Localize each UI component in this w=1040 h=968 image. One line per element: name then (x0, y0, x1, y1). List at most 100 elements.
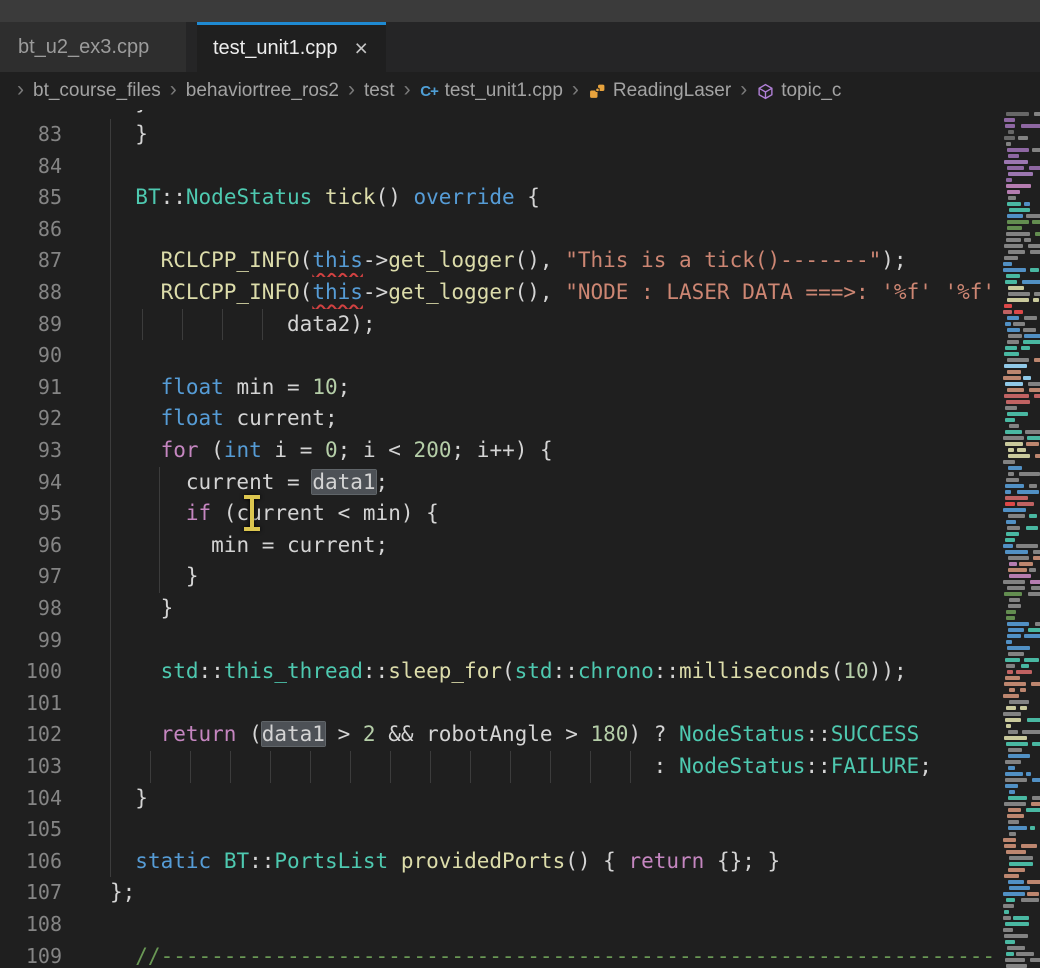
minimap-row (1004, 304, 1012, 308)
minimap-row (1004, 394, 1029, 398)
minimap-row (1031, 682, 1040, 686)
minimap-row (1007, 328, 1020, 332)
code-editor[interactable]: 82 }83 }8485 BT::NodeStatus tick() overr… (0, 0, 1040, 968)
indent-guide (350, 751, 351, 783)
minimap-row (1021, 346, 1030, 350)
minimap-row (1007, 298, 1029, 302)
minimap-row (1027, 718, 1040, 722)
code-line-102: 102 return (data1 > 2 && robotAngle > 18… (0, 719, 1002, 751)
minimap-row (1004, 118, 1015, 122)
minimap-row (1003, 712, 1020, 716)
indent-guide (222, 309, 223, 341)
minimap-row (1007, 202, 1022, 206)
minimap-row (1006, 724, 1012, 728)
chevron-right-icon: › (404, 78, 411, 102)
minimap-row (1025, 430, 1040, 434)
breadcrumb-item-ReadingLaser[interactable]: ReadingLaser (588, 80, 731, 102)
minimap-row (1005, 538, 1015, 542)
line-text: RCLCPP_INFO(this->get_logger(), "NODE : … (62, 277, 995, 309)
minimap-row (1008, 568, 1027, 572)
minimap-row (1014, 310, 1022, 314)
line-number: 85 (0, 182, 62, 214)
minimap-row (1018, 136, 1028, 140)
minimap-row (1007, 634, 1021, 638)
minimap-row (1008, 796, 1028, 800)
breadcrumb-item-test_unit1.cpp[interactable]: C+test_unit1.cpp (420, 80, 563, 102)
minimap-row (1021, 124, 1040, 128)
minimap-row (1031, 586, 1040, 590)
line-number: 107 (0, 877, 62, 909)
field-symbol-icon (756, 82, 775, 101)
minimap-row (1006, 142, 1011, 146)
indent-guide (110, 435, 111, 467)
line-number: 83 (0, 119, 62, 151)
breadcrumb-label: test (364, 80, 395, 102)
line-text: }; (62, 877, 135, 909)
code-line-99: 99 (0, 625, 1002, 657)
minimap-row (1007, 670, 1013, 674)
breadcrumb-label: topic_c (781, 80, 841, 102)
minimap-row (1035, 454, 1040, 458)
line-number: 106 (0, 846, 62, 878)
minimap-row (1008, 454, 1030, 458)
line-text: //--------------------------------------… (62, 941, 995, 968)
minimap-row (1008, 754, 1031, 758)
minimap-row (1003, 376, 1021, 380)
minimap-row (1008, 334, 1022, 338)
indent-guide (262, 309, 263, 341)
indent-guide (550, 751, 551, 783)
indent-guide (470, 751, 471, 783)
minimap-row (1005, 442, 1023, 446)
line-text: } (62, 119, 148, 151)
minimap-row (1030, 250, 1040, 254)
indent-guide (110, 498, 111, 530)
minimap-row (1032, 220, 1040, 224)
line-number: 89 (0, 309, 62, 341)
code-line-109: 109 //----------------------------------… (0, 941, 1002, 968)
minimap-row (1005, 718, 1021, 722)
minimap-row (1008, 652, 1024, 656)
minimap-row (1023, 328, 1036, 332)
code-line-107: 107}; (0, 877, 1002, 909)
minimap-row (1007, 370, 1021, 374)
breadcrumb-item-topic_c[interactable]: topic_c (756, 80, 841, 102)
minimap[interactable] (1002, 110, 1040, 968)
line-number: 99 (0, 625, 62, 657)
minimap-row (1008, 130, 1014, 134)
minimap-row (1029, 514, 1038, 518)
minimap-row (1027, 880, 1040, 884)
breadcrumb-item-behaviortree_ros2[interactable]: behaviortree_ros2 (186, 80, 339, 102)
indent-guide (110, 783, 111, 815)
indent-guide (159, 467, 160, 499)
minimap-row (1004, 352, 1018, 356)
minimap-row (1009, 886, 1031, 890)
minimap-row (1007, 412, 1027, 416)
minimap-row (1004, 802, 1026, 806)
minimap-row (1004, 364, 1027, 368)
minimap-row (1028, 244, 1040, 248)
minimap-row (1027, 892, 1039, 896)
code-line-87: 87 RCLCPP_INFO(this->get_logger(), "This… (0, 245, 1002, 277)
minimap-row (1006, 112, 1029, 116)
minimap-row (1005, 406, 1016, 410)
indent-guide (110, 625, 111, 657)
minimap-row (1003, 544, 1013, 548)
breadcrumb-label: ReadingLaser (613, 80, 731, 102)
minimap-row (1004, 160, 1028, 164)
line-number: 95 (0, 498, 62, 530)
minimap-row (1034, 358, 1040, 362)
minimap-row (1007, 190, 1020, 194)
minimap-row (1007, 814, 1024, 818)
breadcrumb-item-bt_course_files[interactable]: bt_course_files (33, 80, 161, 102)
minimap-row (1007, 220, 1029, 224)
minimap-row (1006, 742, 1028, 746)
indent-guide (270, 751, 271, 783)
minimap-row (1005, 778, 1027, 782)
breadcrumb-item-test[interactable]: test (364, 80, 395, 102)
indent-guide (110, 214, 111, 246)
minimap-row (1013, 322, 1025, 326)
cpp-symbol-icon: C+ (420, 82, 439, 101)
indent-guide (110, 751, 111, 783)
minimap-row (1006, 616, 1015, 620)
minimap-row (1005, 496, 1028, 500)
